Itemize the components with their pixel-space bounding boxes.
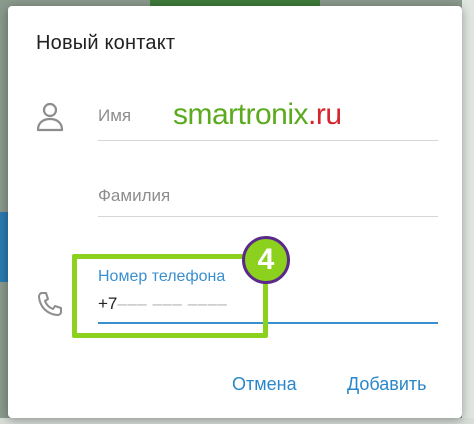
last-name-input[interactable]: Фамилия (98, 186, 170, 206)
highlight-frame (72, 254, 268, 338)
watermark-part1: smartronix (173, 98, 309, 131)
first-name-underline (98, 140, 438, 141)
last-name-underline (98, 216, 438, 217)
background-strip-right (462, 0, 474, 424)
new-contact-dialog: Новый контакт Имя smartronix.ru Фамилия … (8, 6, 462, 418)
phone-icon (38, 292, 62, 316)
dialog-title: Новый контакт (36, 32, 176, 54)
background-strip-bottom (0, 418, 474, 424)
person-icon (36, 102, 64, 132)
background-strip-left (0, 212, 8, 282)
step-badge: 4 (242, 236, 290, 284)
first-name-input[interactable]: Имя (98, 106, 131, 126)
watermark-part2: .ru (308, 98, 342, 131)
watermark: smartronix.ru (173, 98, 342, 132)
cancel-button[interactable]: Отмена (232, 374, 297, 395)
add-button[interactable]: Добавить (347, 374, 427, 395)
